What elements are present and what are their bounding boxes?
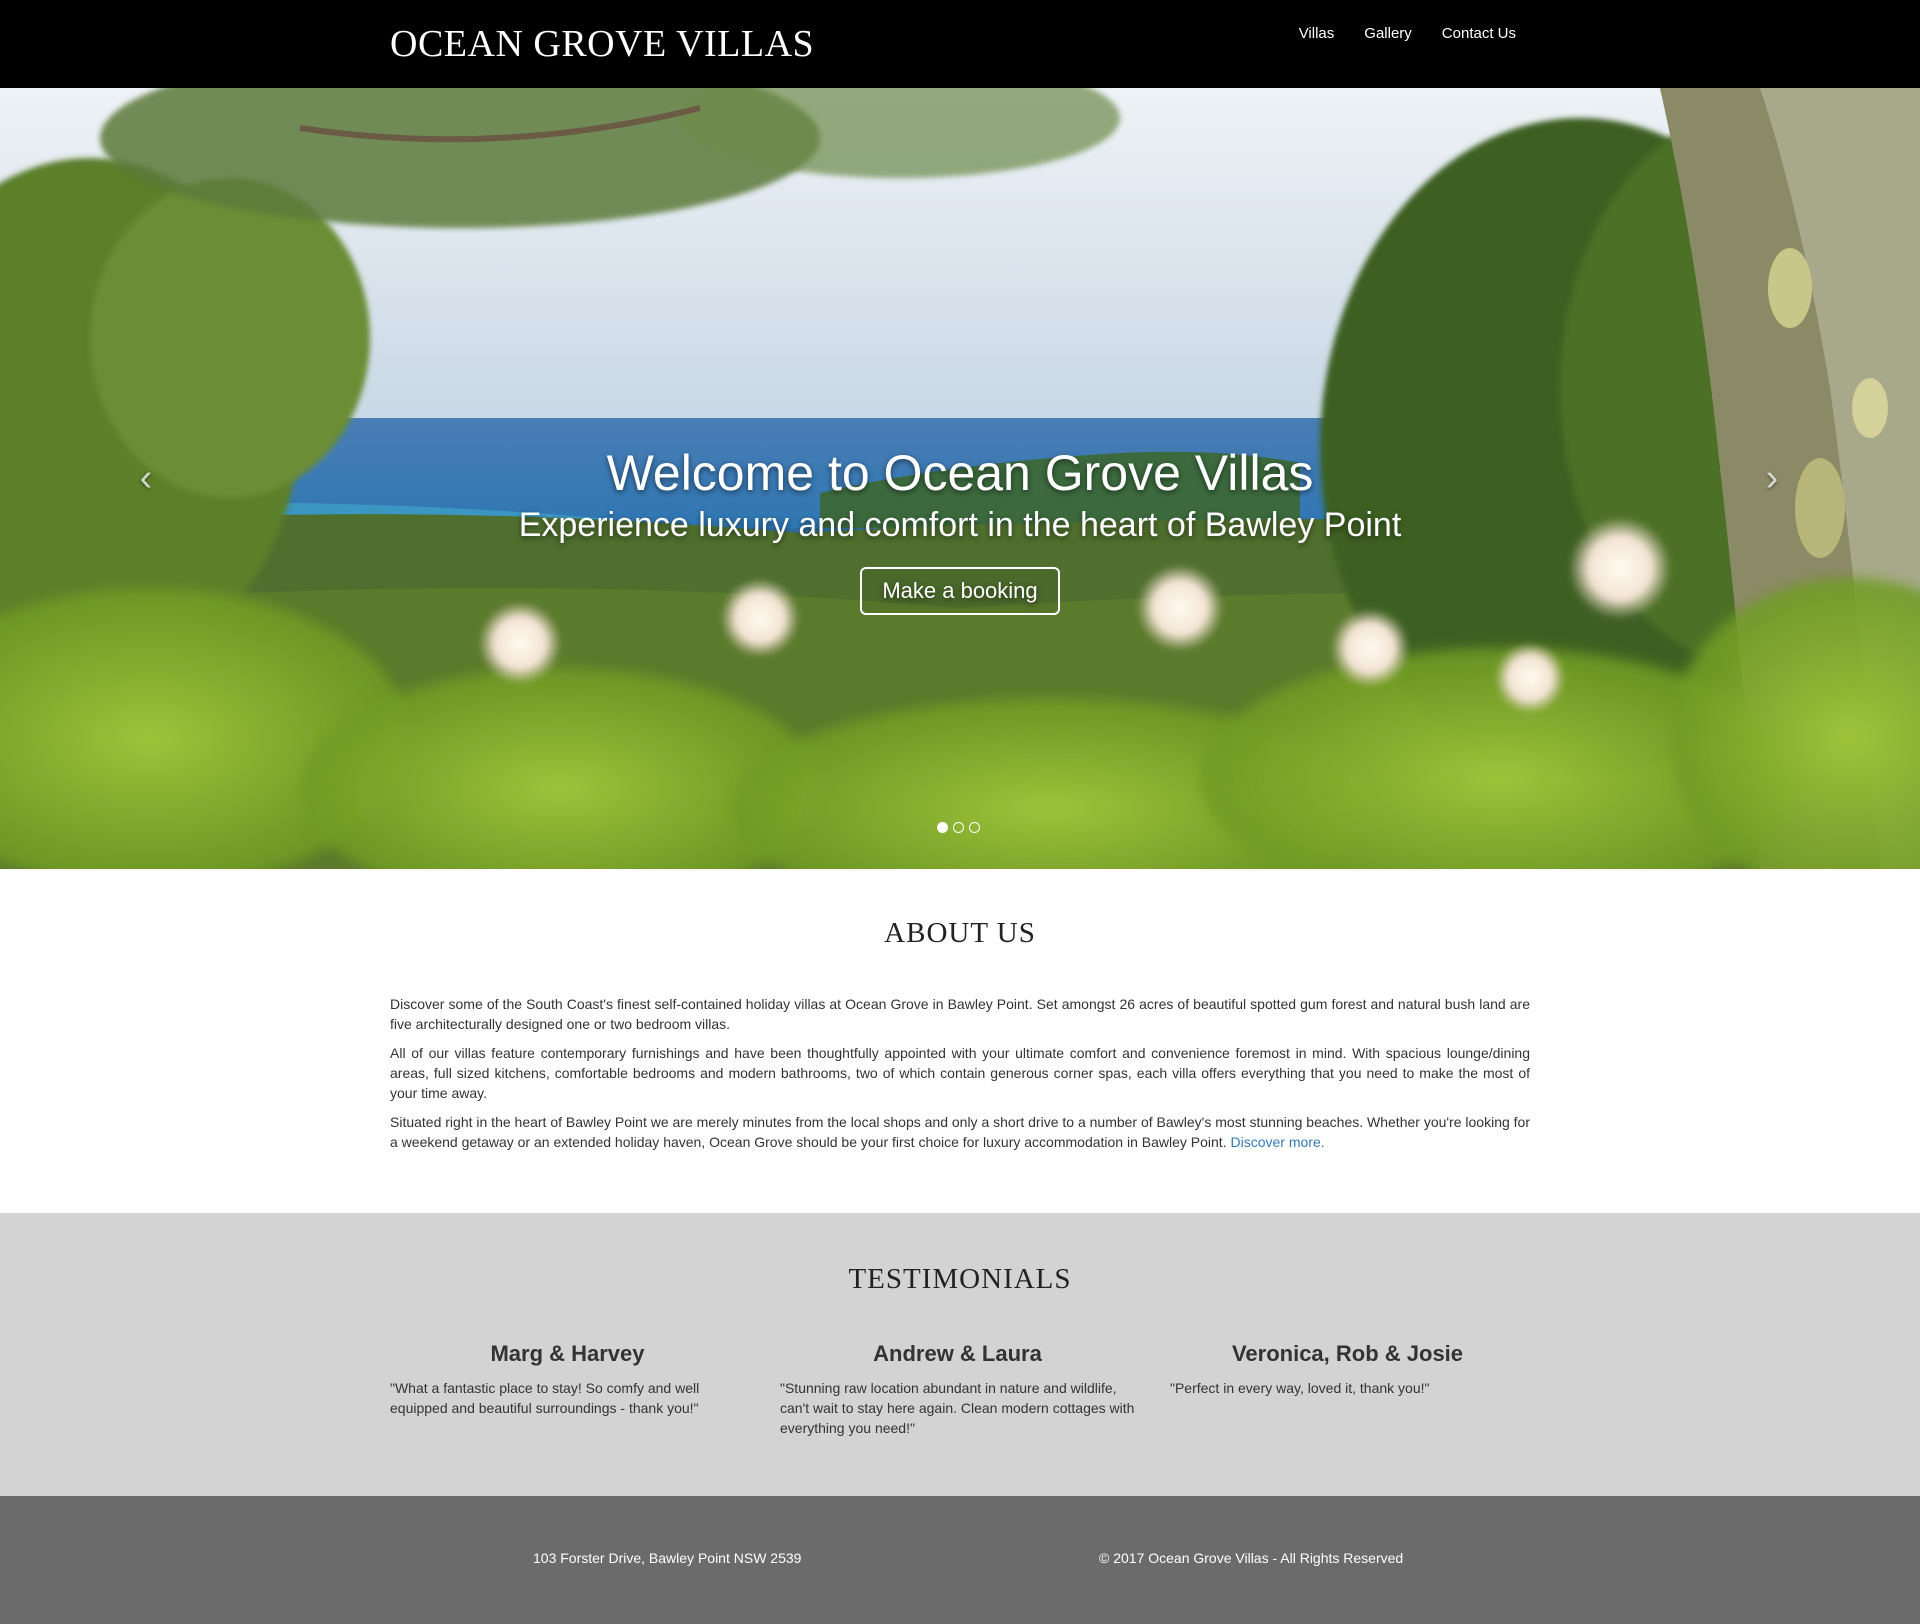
hero-subtitle: Experience luxury and comfort in the hea… (518, 506, 1402, 544)
about-paragraph-1: Discover some of the South Coast's fines… (390, 996, 1530, 1032)
testimonial-quote: "What a fantastic place to stay! So comf… (390, 1380, 700, 1416)
about-section: ABOUT US Discover some of the South Coas… (0, 869, 1920, 1213)
testimonials-section: TESTIMONIALS Marg & Harvey "What a fanta… (0, 1213, 1920, 1496)
discover-more-link[interactable]: Discover more. (1230, 1134, 1324, 1150)
about-title: ABOUT US (884, 917, 1036, 949)
nav-link-contact-us[interactable]: Contact Us (1442, 24, 1516, 44)
about-paragraph-3-text: Situated right in the heart of Bawley Po… (390, 1114, 1530, 1150)
carousel-indicator-1[interactable] (937, 822, 948, 833)
hero-title: Welcome to Ocean Grove Villas (606, 445, 1314, 501)
hero-carousel: ‹ › Welcome to Ocean Grove Villas Experi… (0, 88, 1920, 869)
testimonial-name: Veronica, Rob & Josie (1231, 1341, 1464, 1366)
main-nav: Villas Gallery Contact Us (1299, 24, 1516, 44)
carousel-indicators (937, 822, 980, 833)
carousel-indicator-2[interactable] (953, 822, 964, 833)
footer-copyright: © 2017 Ocean Grove Villas - All Rights R… (1099, 1550, 1404, 1566)
about-text: Discover some of the South Coast's fines… (390, 994, 1530, 1161)
hero-caption: Welcome to Ocean Grove Villas Experience… (0, 443, 1920, 615)
testimonial-card: Andrew & Laura "Stunning raw location ab… (780, 1340, 1135, 1438)
nav-link-villas[interactable]: Villas (1299, 24, 1335, 44)
testimonial-card: Marg & Harvey "What a fantastic place to… (390, 1340, 745, 1418)
top-navbar: OCEAN GROVE VILLAS Villas Gallery Contac… (0, 0, 1920, 88)
nav-link-gallery[interactable]: Gallery (1364, 24, 1412, 44)
footer-address: 103 Forster Drive, Bawley Point NSW 2539 (533, 1550, 802, 1566)
testimonials-title: TESTIMONIALS (848, 1263, 1072, 1295)
testimonial-quote: "Stunning raw location abundant in natur… (780, 1380, 1135, 1436)
testimonial-name: Andrew & Laura (873, 1341, 1042, 1366)
carousel-indicator-3[interactable] (969, 822, 980, 833)
testimonial-quote: "Perfect in every way, loved it, thank y… (1170, 1380, 1430, 1396)
footer: 103 Forster Drive, Bawley Point NSW 2539… (0, 1496, 1920, 1624)
about-paragraph-2: All of our villas feature contemporary f… (390, 1045, 1530, 1101)
about-paragraph-3: Situated right in the heart of Bawley Po… (390, 1112, 1530, 1152)
testimonial-card: Veronica, Rob & Josie "Perfect in every … (1170, 1340, 1525, 1398)
brand-logo[interactable]: OCEAN GROVE VILLAS (390, 22, 814, 66)
make-booking-button[interactable]: Make a booking (860, 567, 1060, 615)
testimonial-name: Marg & Harvey (490, 1341, 645, 1366)
